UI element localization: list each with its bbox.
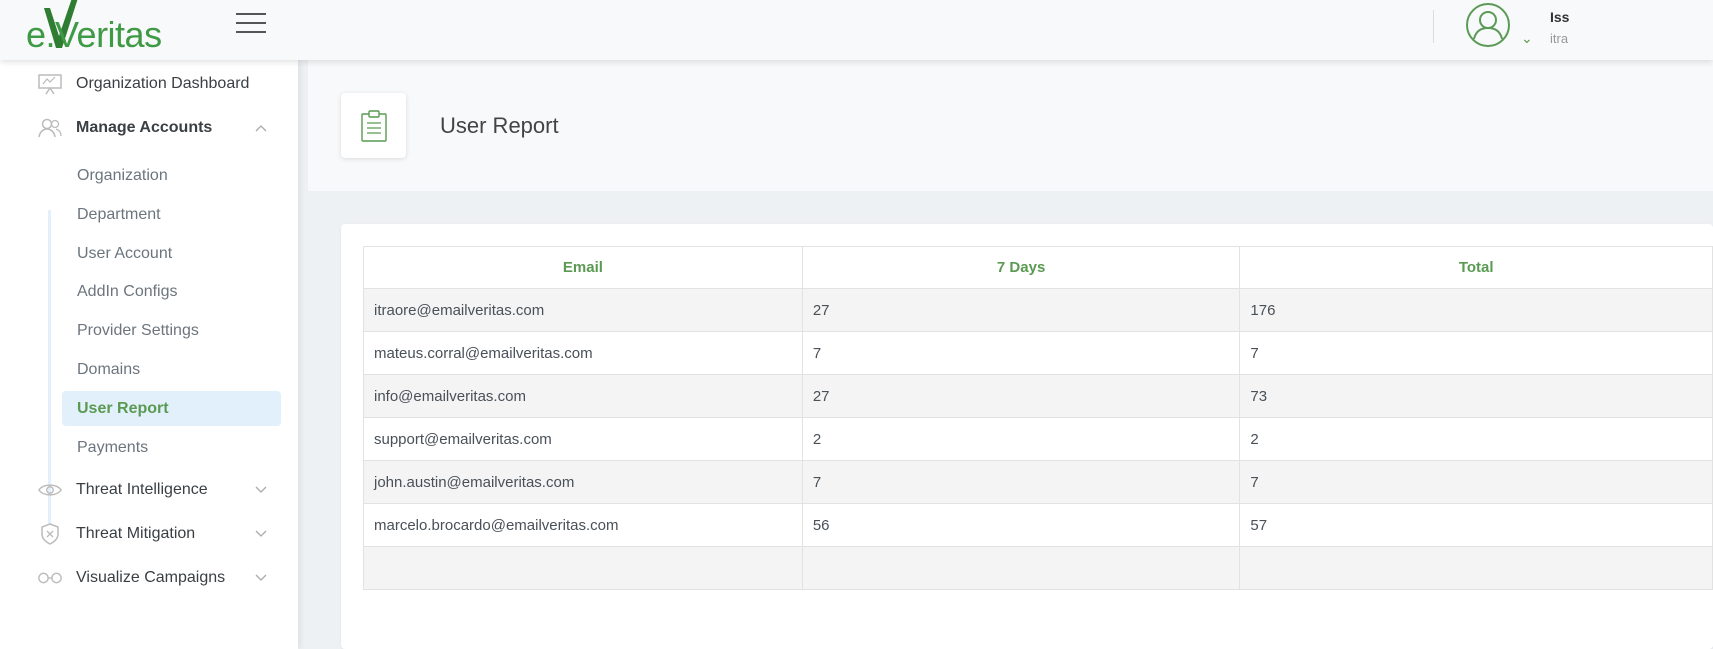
sidebar-subitem-label: Domains (77, 360, 141, 378)
sidebar-item-threat-intelligence[interactable]: Threat Intelligence (0, 472, 298, 508)
cell-7-days: 56 (801, 503, 1241, 547)
sidebar-item-payments[interactable]: Payments (62, 430, 281, 465)
cell-email (363, 546, 803, 590)
cell-total: 2 (1239, 417, 1713, 461)
sidebar-item-label: Manage Accounts (76, 119, 213, 136)
cell-7-days: 27 (801, 374, 1241, 418)
cell-total: 176 (1239, 288, 1713, 332)
cell-7-days: 7 (801, 460, 1241, 504)
presentation-board-icon (37, 71, 63, 97)
top-bar: e.Veritas ⌄ Iss itra (0, 0, 1713, 60)
sidebar-item-department[interactable]: Department (62, 197, 281, 232)
header-divider (1433, 10, 1434, 43)
sidebar-item-label: Threat Mitigation (76, 525, 196, 542)
sidebar-item-user-report[interactable]: User Report (62, 391, 281, 426)
sidebar-subitem-label: Organization (77, 166, 168, 184)
user-email: itra (1550, 31, 1569, 46)
chevron-down-icon (255, 569, 267, 587)
sidebar-subitem-label: Provider Settings (77, 321, 199, 339)
cell-total: 7 (1239, 331, 1713, 375)
column-header-total[interactable]: Total (1239, 246, 1713, 289)
cell-email: info@emailveritas.com (363, 374, 803, 418)
cell-total (1239, 546, 1713, 590)
sidebar-item-domains[interactable]: Domains (62, 352, 281, 387)
sidebar-subitem-label: User Report (77, 399, 169, 417)
sidebar-item-organization[interactable]: Organization (62, 158, 281, 193)
clipboard-icon (341, 93, 406, 158)
users-icon (37, 115, 63, 141)
chevron-down-icon (255, 525, 267, 543)
cell-email: itraore@emailveritas.com (363, 288, 803, 332)
cell-email: mateus.corral@emailveritas.com (363, 331, 803, 375)
sidebar-item-provider-settings[interactable]: Provider Settings (62, 313, 281, 348)
table-row: john.austin@emailveritas.com 7 7 (363, 460, 1713, 504)
user-menu-chevron-icon[interactable]: ⌄ (1521, 30, 1533, 47)
chevron-up-icon (255, 119, 267, 137)
cell-email: support@emailveritas.com (363, 417, 803, 461)
eye-icon (37, 477, 63, 503)
logo-text: e.Veritas (26, 14, 162, 55)
cell-7-days (801, 546, 1241, 590)
chevron-down-icon (255, 481, 267, 499)
sidebar-subitem-label: Payments (77, 438, 149, 456)
sidebar-item-user-account[interactable]: User Account (62, 236, 281, 271)
sidebar-subitem-label: User Account (77, 244, 173, 262)
cell-email: marcelo.brocardo@emailveritas.com (363, 503, 803, 547)
sidebar-item-label: Organization Dashboard (76, 75, 250, 92)
column-header-email[interactable]: Email (363, 246, 803, 289)
sidebar-item-organization-dashboard[interactable]: Organization Dashboard (0, 66, 298, 102)
sidebar-subitem-label: Department (77, 205, 161, 223)
sidebar-item-visualize-campaigns[interactable]: Visualize Campaigns (0, 560, 298, 596)
table-row: mateus.corral@emailveritas.com 7 7 (363, 331, 1713, 375)
everitas-logo[interactable]: e.Veritas (26, 0, 176, 58)
cell-total: 57 (1239, 503, 1713, 547)
table-header-row: Email 7 Days Total (363, 246, 1713, 289)
user-avatar-icon[interactable] (1466, 3, 1510, 47)
cell-total: 7 (1239, 460, 1713, 504)
cell-7-days: 7 (801, 331, 1241, 375)
column-header-7-days[interactable]: 7 Days (801, 246, 1241, 289)
user-name: Iss (1550, 9, 1570, 25)
table-row: itraore@emailveritas.com 27 176 (363, 288, 1713, 332)
shield-icon (37, 521, 63, 547)
table-row: info@emailveritas.com 27 73 (363, 374, 1713, 418)
page-title: User Report (440, 113, 559, 138)
table-row: marcelo.brocardo@emailveritas.com 56 57 (363, 503, 1713, 547)
hamburger-menu-icon[interactable] (236, 13, 266, 35)
user-report-table: Email 7 Days Total itraore@emailveritas.… (363, 246, 1713, 590)
sidebar-subitem-label: AddIn Configs (77, 282, 178, 300)
cell-total: 73 (1239, 374, 1713, 418)
sidebar-item-addin-configs[interactable]: AddIn Configs (62, 274, 281, 309)
cell-7-days: 27 (801, 288, 1241, 332)
table-row (363, 546, 1713, 590)
sidebar-item-manage-accounts[interactable]: Manage Accounts (0, 110, 298, 146)
table-row: support@emailveritas.com 2 2 (363, 417, 1713, 461)
cell-email: john.austin@emailveritas.com (363, 460, 803, 504)
sidebar-item-threat-mitigation[interactable]: Threat Mitigation (0, 516, 298, 552)
sidebar-item-label: Threat Intelligence (76, 481, 208, 498)
cell-7-days: 2 (801, 417, 1241, 461)
sidebar: Organization Dashboard Manage Accounts O… (0, 60, 298, 649)
sidebar-item-label: Visualize Campaigns (76, 569, 226, 586)
glasses-icon (37, 565, 63, 591)
